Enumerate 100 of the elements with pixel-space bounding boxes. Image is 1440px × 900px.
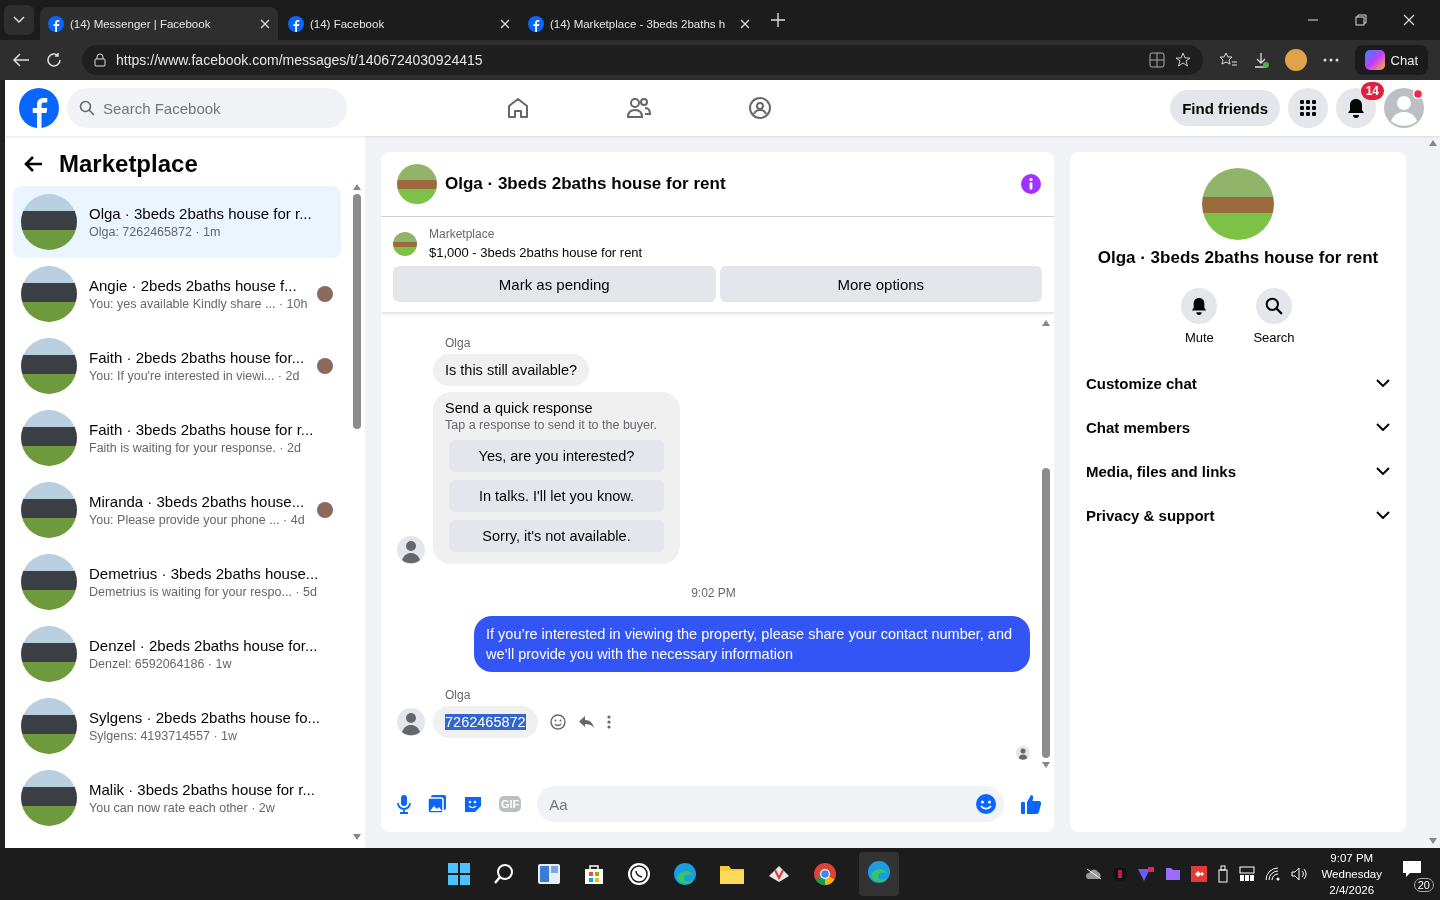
listing-action-button[interactable]: Mark as pending — [393, 266, 716, 302]
back-arrow-icon[interactable] — [23, 155, 43, 173]
scroll-down-icon[interactable] — [1428, 838, 1437, 844]
quick-reply-button[interactable]: In talks. I'll let you know. — [449, 480, 664, 512]
accordion-item[interactable]: Media, files and links — [1086, 449, 1390, 493]
close-icon[interactable] — [1403, 14, 1415, 26]
conversation-item[interactable]: Faith · 2beds 2baths house for... You: If you're interested in viewi... · 2d — [13, 330, 341, 402]
photo-placeholder — [21, 410, 77, 466]
scrollbar-thumb[interactable] — [1042, 468, 1050, 758]
home-icon[interactable] — [505, 96, 530, 120]
notification-count: 14 — [1360, 82, 1384, 100]
scroll-up-icon[interactable] — [353, 184, 361, 190]
accordion-item[interactable]: Customize chat — [1086, 361, 1390, 405]
tray-app-icon[interactable] — [1191, 866, 1208, 882]
reload-icon[interactable] — [46, 52, 62, 68]
conversation-item[interactable]: Olga · 3beds 2baths house for r... Olga: 7262465872 · 1m — [13, 186, 341, 258]
widgets-icon[interactable] — [536, 863, 561, 885]
address-bar[interactable]: https://www.facebook.com/messages/t/1406724030924415 — [82, 45, 1203, 75]
search-button[interactable] — [1256, 288, 1292, 324]
message-preview: Sylgens: 4193714557 · 1w — [89, 729, 239, 743]
accordion-item[interactable]: Privacy & support — [1086, 493, 1390, 537]
download-icon[interactable] — [1252, 52, 1269, 68]
star-icon[interactable] — [1174, 52, 1191, 68]
menu-icon[interactable] — [1288, 88, 1328, 128]
clock-date: 2/4/2026 — [1329, 883, 1375, 898]
scroll-down-icon[interactable] — [1042, 762, 1050, 768]
wifi-icon[interactable] — [1265, 867, 1282, 881]
browser-icon — [866, 860, 891, 884]
notification-count: 20 — [1413, 878, 1434, 892]
message-preview: Olga: 7262465872 · 1m — [89, 225, 222, 239]
tray-app-icon[interactable] — [1239, 866, 1256, 882]
close-icon[interactable] — [500, 19, 510, 29]
message-preview: Demetrius is waiting for your respo... · 5d — [89, 585, 318, 599]
usb-icon[interactable] — [1217, 865, 1230, 883]
browser-tab[interactable]: (14) Marketplace - 3beds 2baths h — [520, 8, 758, 40]
chat-bubble-icon[interactable] — [626, 862, 651, 886]
scroll-down-icon[interactable] — [353, 834, 361, 840]
new-tab-icon[interactable] — [770, 12, 786, 28]
scrollbar-thumb[interactable] — [353, 194, 361, 429]
reply-icon[interactable] — [577, 715, 595, 729]
extension-icon[interactable] — [1284, 49, 1307, 71]
conversation-item[interactable]: Faith · 3beds 2baths house for r... Faith is waiting for your response. · 2d — [13, 402, 341, 474]
action-label: Mute — [1184, 330, 1214, 345]
sticker-icon[interactable] — [463, 794, 483, 814]
conversation-title: Demetrius · 3beds 2baths house... — [89, 565, 320, 582]
favorites-icon[interactable] — [1218, 52, 1237, 68]
store-icon[interactable] — [582, 863, 605, 885]
chrome-icon[interactable] — [812, 862, 837, 886]
listing-title: $1,000 - 3beds 2baths house for rent — [429, 245, 643, 260]
conversation-item[interactable]: Denzel · 2beds 2baths house for... Denzel: 6592064186 · 1w — [13, 618, 341, 690]
conversation-item[interactable]: Malik · 3beds 2baths house for r... You can now rate each other · 2w — [13, 762, 341, 834]
info-icon[interactable] — [1020, 173, 1042, 195]
browser-icon[interactable] — [672, 862, 697, 886]
browser-tab[interactable]: (14) Messenger | Facebook — [40, 7, 278, 41]
read-receipt-avatar — [1016, 746, 1030, 760]
react-icon[interactable] — [549, 714, 566, 730]
photo-icon[interactable] — [427, 794, 447, 814]
listing-action-button[interactable]: More options — [719, 266, 1042, 302]
conversation-item[interactable]: Demetrius · 3beds 2baths house... Demetrius is waiting for your respo... · 5d — [13, 546, 341, 618]
mute-button[interactable] — [1181, 288, 1218, 324]
facebook-logo-icon[interactable] — [19, 88, 59, 128]
cloud-icon[interactable] — [1085, 868, 1104, 880]
quick-reply-button[interactable]: Sorry, it's not available. — [449, 520, 664, 552]
start-icon[interactable] — [446, 862, 471, 886]
conversation-title: Angie · 2beds 2baths house f... — [89, 277, 298, 294]
scroll-up-icon[interactable] — [1042, 320, 1050, 326]
search-icon[interactable] — [492, 863, 515, 885]
find-friends-button[interactable]: Find friends — [1170, 90, 1280, 126]
accordion-item[interactable]: Chat members — [1086, 405, 1390, 449]
scroll-up-icon[interactable] — [1428, 140, 1437, 146]
conversation-item[interactable]: Angie · 2beds 2baths house f... You: yes available Kindly share ... · 10h — [13, 258, 341, 330]
quick-reply-button[interactable]: Yes, are you interested? — [449, 440, 664, 472]
chat-button[interactable]: Chat — [1354, 45, 1428, 75]
search-icon — [1265, 297, 1283, 315]
photo-placeholder — [397, 164, 437, 204]
vpn-icon[interactable] — [1137, 866, 1156, 882]
search-field[interactable]: Search Facebook — [67, 88, 347, 128]
restore-icon[interactable] — [1355, 14, 1367, 26]
taskbar-button[interactable] — [858, 852, 899, 896]
browser-tab[interactable]: (14) Facebook — [280, 8, 518, 40]
message-input[interactable]: Aa — [537, 786, 1004, 822]
tab-list-button[interactable] — [4, 5, 34, 35]
conversation-item[interactable]: Sylgens · 2beds 2baths house fo... Sylgens: 4193714557 · 1w — [13, 690, 341, 762]
emoji-icon[interactable] — [976, 794, 996, 814]
notification-center-icon[interactable] — [1402, 860, 1422, 878]
conversation-item[interactable]: Miranda · 3beds 2baths house... You: Please provide your phone ... · 4d — [13, 474, 341, 546]
more-icon[interactable] — [1322, 58, 1339, 62]
sidebar-title: Marketplace — [59, 150, 198, 178]
back-icon[interactable] — [12, 52, 30, 68]
close-icon[interactable] — [260, 19, 270, 29]
close-icon[interactable] — [740, 19, 750, 29]
profile-avatar[interactable] — [1384, 88, 1424, 128]
volume-icon[interactable] — [1291, 867, 1308, 881]
friends-icon[interactable] — [625, 96, 652, 120]
more-icon[interactable] — [606, 715, 611, 729]
folder-icon[interactable] — [718, 863, 745, 885]
microphone-icon[interactable] — [397, 794, 411, 814]
app-grid-icon[interactable] — [1148, 52, 1165, 68]
groups-icon[interactable] — [747, 96, 772, 120]
thumbs-up-icon[interactable] — [1020, 793, 1042, 815]
